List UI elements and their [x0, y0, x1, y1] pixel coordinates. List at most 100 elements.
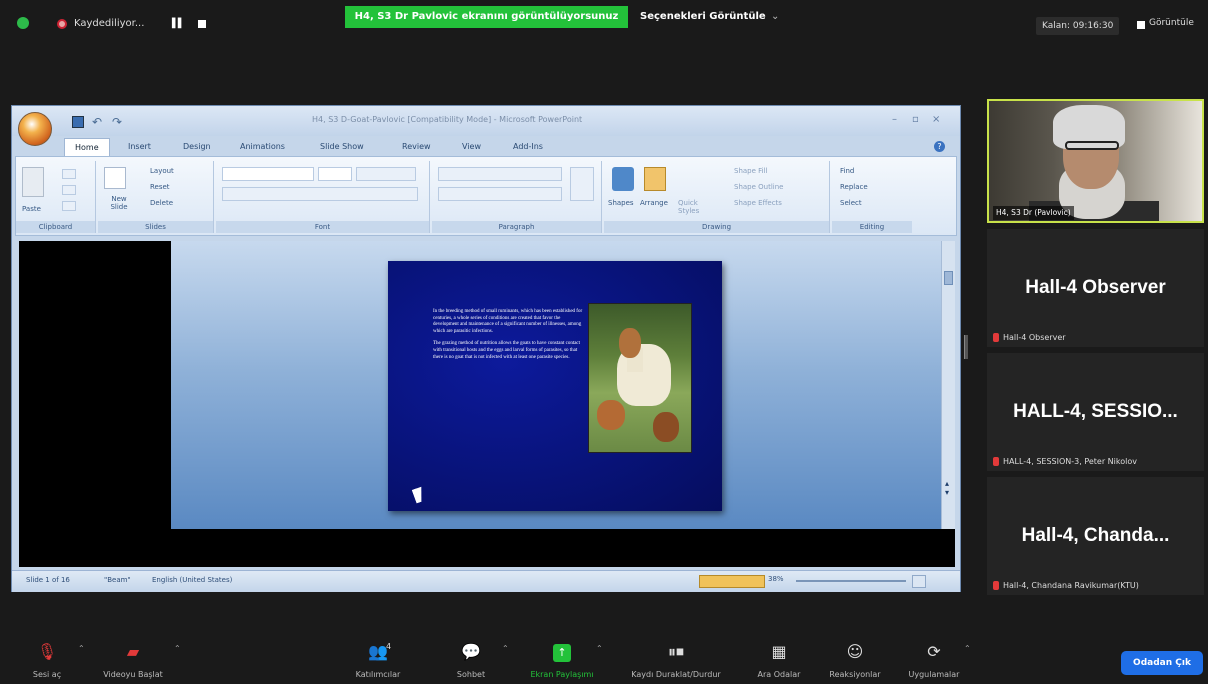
reset-button[interactable]: Reset: [150, 183, 170, 191]
find-button[interactable]: Find: [840, 167, 854, 175]
select-button[interactable]: Select: [840, 199, 862, 207]
paste-icon[interactable]: [22, 167, 44, 197]
shape-effects-button[interactable]: Shape Effects: [734, 199, 782, 207]
participants-button[interactable]: 👥 4 Katılımcılar: [350, 630, 406, 684]
language[interactable]: English (United States): [152, 576, 232, 584]
tab-view[interactable]: View: [462, 138, 481, 156]
tab-review[interactable]: Review: [402, 138, 431, 156]
help-icon[interactable]: ?: [934, 141, 945, 152]
zoom-level[interactable]: 38%: [768, 575, 784, 583]
start-video-button[interactable]: ▰ ⌃ Videoyu Başlat: [98, 630, 181, 684]
slide-text-box[interactable]: In the breeding method of small ruminant…: [433, 309, 583, 367]
panel-splitter-handle[interactable]: [964, 335, 968, 359]
text-direction-icon[interactable]: [570, 167, 594, 201]
shape-fill-button[interactable]: Shape Fill: [734, 167, 768, 175]
theme-name: "Beam": [104, 576, 131, 584]
stop-recording-icon[interactable]: [198, 20, 206, 28]
shape-outline-button[interactable]: Shape Outline: [734, 183, 783, 191]
maximize-icon[interactable]: ▫: [912, 114, 919, 125]
replace-button[interactable]: Replace: [840, 183, 868, 191]
participant-tile[interactable]: HALL-4, SESSIO... HALL-4, SESSION-3, Pet…: [987, 353, 1204, 471]
quick-styles-button[interactable]: Quick Styles: [678, 199, 708, 215]
arrange-icon[interactable]: [644, 167, 666, 191]
cut-icon[interactable]: [62, 169, 76, 179]
reactions-button[interactable]: ☺ Reaksiyonlar: [822, 630, 888, 684]
format-painter-icon[interactable]: [62, 201, 76, 211]
pause-recording-button[interactable]: ⏸⏹ Kaydı Duraklat/Durdur: [616, 630, 736, 684]
office-button[interactable]: [18, 112, 52, 146]
muted-microphone-icon: [993, 457, 999, 466]
tab-home[interactable]: Home: [64, 138, 110, 157]
view-options-button[interactable]: Seçenekleri Görüntüle: [640, 11, 766, 22]
chevron-down-icon[interactable]: ⌄: [771, 11, 779, 22]
font-size-select[interactable]: [318, 167, 352, 181]
chevron-up-icon[interactable]: ⌃: [964, 644, 971, 653]
delete-button[interactable]: Delete: [150, 199, 173, 207]
clipboard-group: Paste Clipboard: [16, 161, 96, 233]
leave-meeting-button[interactable]: Odadan Çık: [1121, 651, 1203, 675]
fit-to-window-icon[interactable]: [912, 575, 926, 588]
goat-head-shape: [619, 328, 641, 358]
remaining-time: Kalan: 09:16:30: [1036, 17, 1120, 35]
zoom-slider[interactable]: [796, 580, 906, 582]
view-grid-icon[interactable]: [1137, 21, 1145, 29]
ppt-title-bar: ↶ ↷ H4, S3 D-Goat-Pavlovic [Compatibilit…: [12, 106, 960, 136]
chat-button[interactable]: 💬 ⌃ Sohbet: [446, 630, 509, 684]
align-buttons[interactable]: [438, 187, 562, 201]
breakout-rooms-label: Ara Odalar: [757, 670, 801, 679]
tab-add-ins[interactable]: Add-Ins: [513, 138, 543, 156]
arrange-button[interactable]: Arrange: [640, 199, 668, 207]
new-slide-button[interactable]: New Slide: [102, 195, 136, 211]
participant-video-tile[interactable]: H4, S3 Dr (Pavlovic): [987, 99, 1204, 223]
shapes-icon[interactable]: [612, 167, 634, 191]
tab-insert[interactable]: Insert: [128, 138, 151, 156]
slide-nav-arrows-icon[interactable]: ▴ ▾: [945, 479, 949, 497]
list-buttons[interactable]: [438, 167, 562, 181]
participant-tile[interactable]: Hall-4 Observer Hall-4 Observer: [987, 229, 1204, 347]
font-name-select[interactable]: [222, 167, 314, 181]
unmute-button[interactable]: 🎙 ⌃ Sesi aç: [22, 630, 85, 684]
chevron-up-icon[interactable]: ⌃: [502, 644, 509, 653]
pause-recording-icon[interactable]: ▌▌: [172, 19, 185, 29]
chevron-up-icon[interactable]: ⌃: [596, 644, 603, 653]
shapes-button[interactable]: Shapes: [608, 199, 634, 207]
goat-kid-shape: [653, 412, 679, 442]
font-grow-shrink-buttons[interactable]: [356, 167, 416, 181]
share-screen-button[interactable]: ↑ ⌃ Ekran Paylaşımı: [520, 630, 604, 684]
ppt-window-title: H4, S3 D-Goat-Pavlovic [Compatibility Mo…: [312, 115, 583, 124]
close-icon[interactable]: ×: [932, 114, 940, 125]
ribbon-tabs: Home Insert Design Animations Slide Show…: [52, 138, 952, 157]
tab-slide-show[interactable]: Slide Show: [320, 138, 364, 156]
editing-group: Find Replace Select Editing: [832, 161, 912, 233]
muted-microphone-icon: 🎙: [36, 642, 58, 661]
participant-name-label: HALL-4, SESSION-3, Peter Nikolov: [993, 457, 1137, 466]
goat-photo[interactable]: [588, 303, 692, 453]
layout-button[interactable]: Layout: [150, 167, 174, 175]
minimize-icon[interactable]: –: [892, 114, 897, 125]
slide-thumbnails-pane[interactable]: [19, 241, 165, 567]
undo-icon[interactable]: ↶: [92, 115, 102, 129]
paste-button[interactable]: Paste: [22, 205, 41, 213]
security-shield-icon[interactable]: [17, 17, 29, 29]
view-button[interactable]: Görüntüle: [1149, 18, 1194, 28]
view-mode-buttons[interactable]: [699, 575, 765, 588]
notes-pane[interactable]: [171, 533, 955, 567]
new-slide-icon[interactable]: [104, 167, 126, 189]
copy-icon[interactable]: [62, 185, 76, 195]
font-format-buttons[interactable]: [222, 187, 418, 201]
redo-icon[interactable]: ↷: [112, 115, 122, 129]
apps-button[interactable]: ⟳ ⌃ Uygulamalar: [898, 630, 971, 684]
chevron-up-icon[interactable]: ⌃: [174, 644, 181, 653]
save-icon[interactable]: [72, 116, 84, 128]
tab-animations[interactable]: Animations: [240, 138, 285, 156]
current-slide[interactable]: In the breeding method of small ruminant…: [388, 261, 722, 511]
recording-icon: [57, 19, 67, 29]
paragraph-group: Paragraph: [432, 161, 602, 233]
participant-name-text: Hall-4 Observer: [1003, 333, 1066, 342]
vertical-scrollbar[interactable]: ▴ ▾: [941, 241, 955, 529]
breakout-rooms-button[interactable]: ▦ Ara Odalar: [746, 630, 812, 684]
participant-tile[interactable]: Hall-4, Chanda... Hall-4, Chandana Ravik…: [987, 477, 1204, 595]
scrollbar-thumb[interactable]: [944, 271, 953, 285]
chevron-up-icon[interactable]: ⌃: [78, 644, 85, 653]
tab-design[interactable]: Design: [183, 138, 211, 156]
